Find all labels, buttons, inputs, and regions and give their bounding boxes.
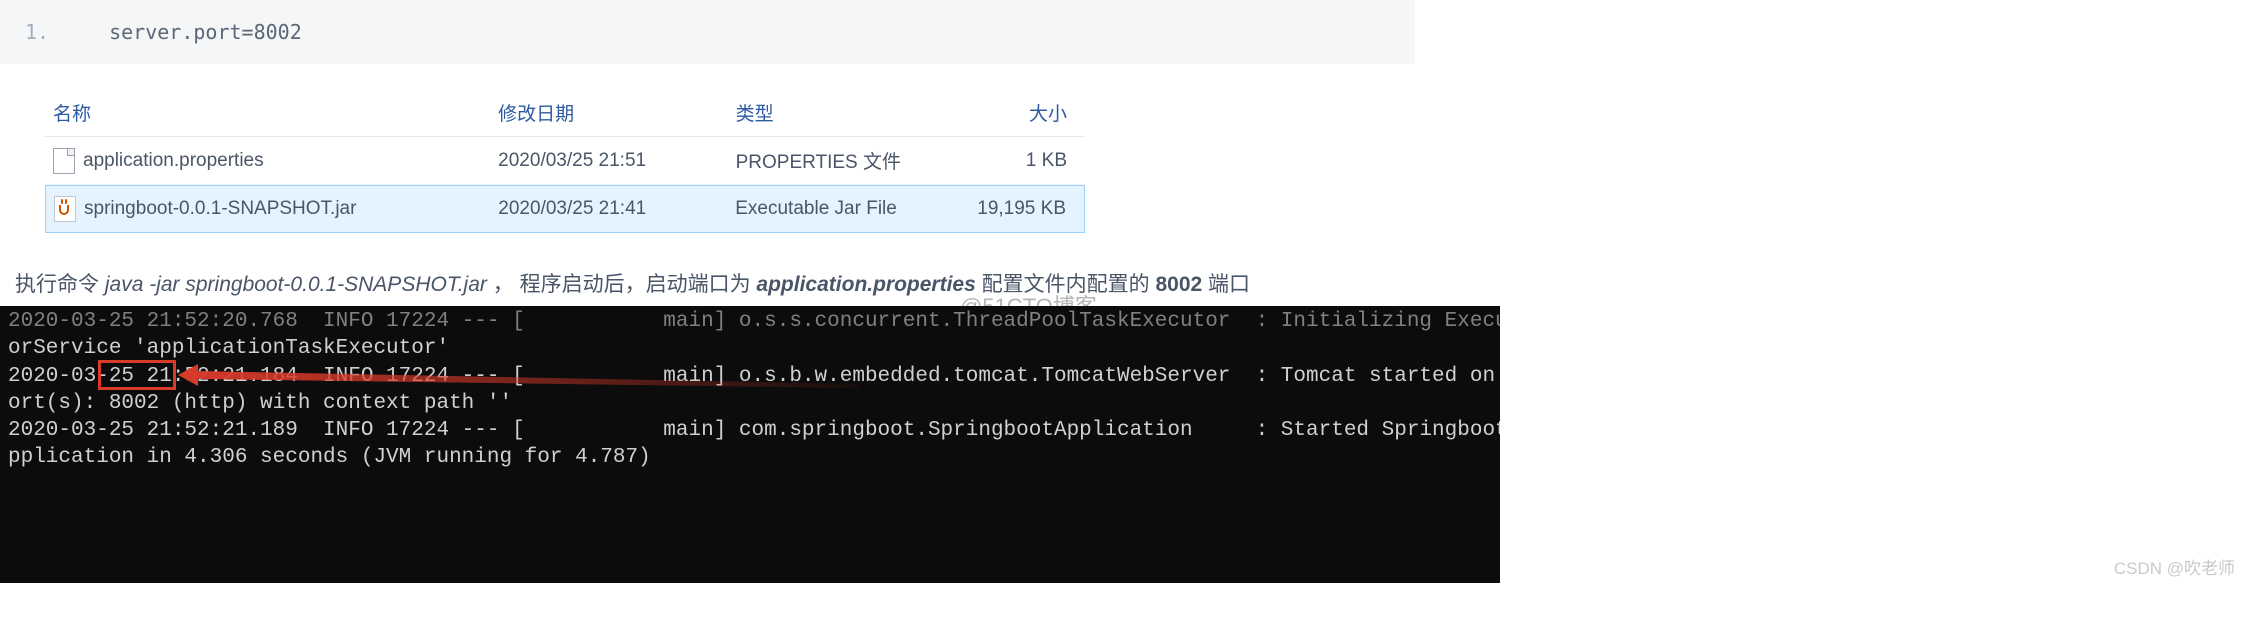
desc-filename: application.properties xyxy=(756,273,975,296)
desc-command: java -jar springboot-0.0.1-SNAPSHOT.jar xyxy=(105,273,487,296)
document-icon xyxy=(53,148,75,174)
description-text: 执行命令 java -jar springboot-0.0.1-SNAPSHOT… xyxy=(15,268,2250,298)
file-size: 1 KB xyxy=(948,150,1077,172)
file-name: springboot-0.0.1-SNAPSHOT.jar xyxy=(84,198,356,220)
console-line: 2020-03-25 21:52:21.189 INFO 17224 --- [… xyxy=(8,419,1500,442)
desc-suffix: 端口 xyxy=(1202,273,1250,296)
file-modified: 2020/03/25 21:51 xyxy=(498,150,735,172)
code-content: server.port=8002 xyxy=(109,20,302,44)
file-header-row: 名称 修改日期 类型 大小 xyxy=(45,89,1085,137)
file-type: Executable Jar File xyxy=(735,198,947,220)
desc-prefix: 执行命令 xyxy=(15,273,105,296)
console-line: 2020-03-25 21:52:21.184 INFO 17224 --- [… xyxy=(8,365,1500,388)
desc-mid2: 配置文件内配置的 xyxy=(976,273,1156,296)
desc-mid1: ， 程序启动后，启动端口为 xyxy=(487,273,757,296)
code-block: 1. server.port=8002 xyxy=(0,0,1415,64)
console-line: pplication in 4.306 seconds (JVM running… xyxy=(8,446,651,469)
jar-icon xyxy=(54,196,76,222)
file-size: 19,195 KB xyxy=(948,198,1076,220)
console-line: 2020-03-25 21:52:20.768 INFO 17224 --- [… xyxy=(8,310,1500,333)
file-modified: 2020/03/25 21:41 xyxy=(498,198,735,220)
desc-port: 8002 xyxy=(1155,273,1202,296)
csdn-watermark: CSDN @吹老师 xyxy=(2114,554,2235,579)
column-header-size[interactable]: 大小 xyxy=(948,99,1077,126)
file-name: application.properties xyxy=(83,150,264,172)
file-row[interactable]: application.properties 2020/03/25 21:51 … xyxy=(45,137,1085,185)
highlight-box xyxy=(98,360,176,390)
code-line-number: 1. xyxy=(25,20,49,44)
file-type: PROPERTIES 文件 xyxy=(736,147,949,174)
console-line: orService 'applicationTaskExecutor' xyxy=(8,337,449,360)
column-header-name[interactable]: 名称 xyxy=(53,99,498,126)
column-header-modified[interactable]: 修改日期 xyxy=(498,99,735,126)
console-line: ort(s): 8002 (http) with context path '' xyxy=(8,392,512,415)
console-output: 2020-03-25 21:52:20.768 INFO 17224 --- [… xyxy=(0,306,1500,583)
column-header-type[interactable]: 类型 xyxy=(736,99,949,126)
file-explorer: 名称 修改日期 类型 大小 application.properties 202… xyxy=(45,89,1085,233)
file-row[interactable]: springboot-0.0.1-SNAPSHOT.jar 2020/03/25… xyxy=(45,185,1085,233)
